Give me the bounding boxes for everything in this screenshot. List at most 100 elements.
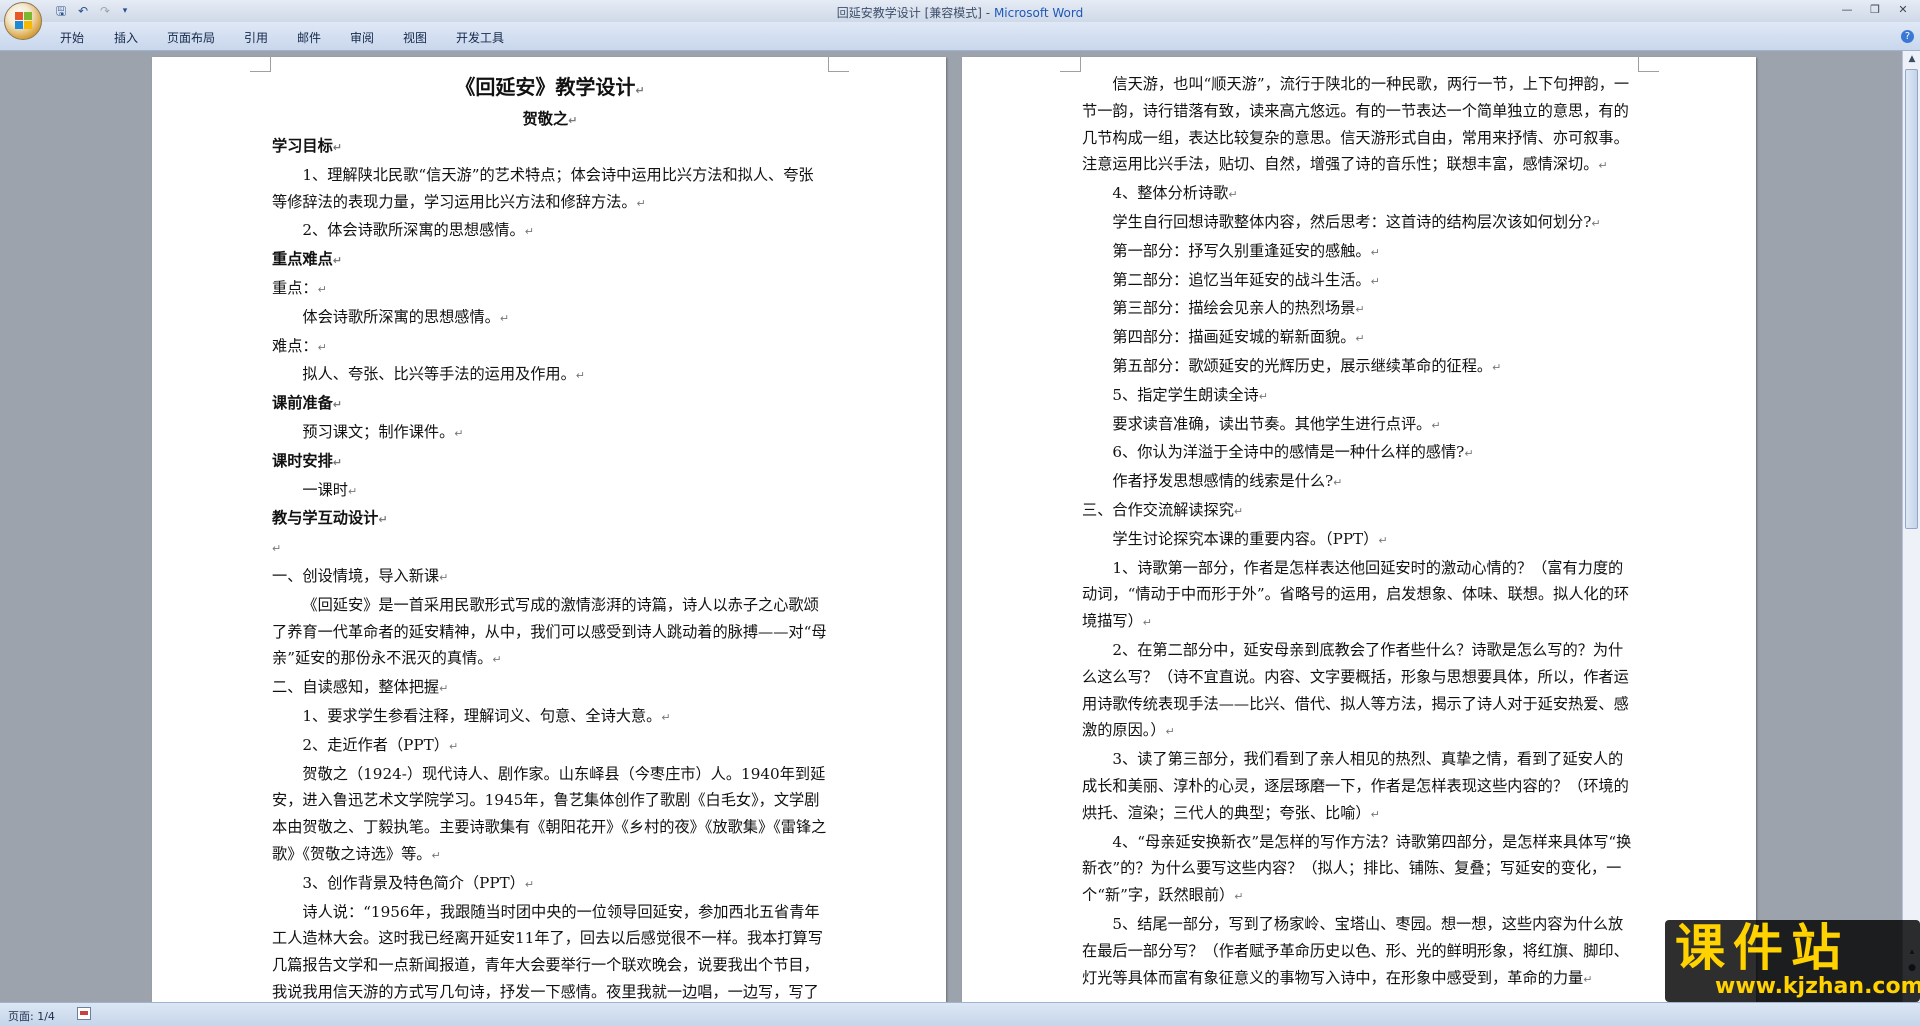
- watermark-url: www.kjzhan.com: [1715, 974, 1920, 999]
- paragraph-mark-icon: ↵: [317, 282, 327, 296]
- paragraph: 重点：↵: [272, 278, 327, 297]
- status-bar: 页面: 1/4: [0, 1002, 1920, 1026]
- window-title-app: Microsoft Word: [993, 6, 1084, 20]
- paragraph-mark-icon: ↵: [524, 877, 535, 891]
- paragraph: 6、你认为洋溢于全诗中的感情是一种什么样的感情?↵: [1112, 443, 1474, 462]
- proofing-status-icon[interactable]: [77, 1007, 91, 1020]
- paragraph-mark-icon: ↵: [332, 254, 342, 268]
- paragraph: 1、诗歌第一部分，作者是怎样表达他回延安时的激动心情的？（富有力度的动词，“情动…: [1082, 558, 1630, 631]
- crop-mark: [828, 51, 849, 72]
- paragraph-mark-icon: ↵: [1492, 360, 1502, 374]
- paragraph: 5、指定学生朗读全诗↵: [1112, 385, 1268, 404]
- tab-mailings[interactable]: 邮件: [297, 29, 321, 46]
- ribbon-tab-bar: 开始 插入 页面布局 引用 邮件 审阅 视图 开发工具 ?: [0, 22, 1920, 51]
- close-icon[interactable]: ✕: [1890, 2, 1916, 18]
- paragraph: 3、创作背景及特色简介（PPT）↵: [302, 873, 535, 892]
- document-page-2[interactable]: 信天游，也叫“顺天游”，流行于陕北的一种民歌，两行一节，上下句押韵，一节一韵，诗…: [962, 51, 1756, 1002]
- paragraph-mark-icon: ↵: [1333, 476, 1343, 490]
- tab-home[interactable]: 开始: [60, 29, 84, 46]
- paragraph-mark-icon: ↵: [1370, 274, 1380, 288]
- restore-icon[interactable]: ❐: [1862, 2, 1888, 18]
- page-1-text[interactable]: 《回延安》教学设计↵ 贺敬之↵ 学习目标↵ 1、理解陕北民歌“信天游”的艺术特点；体会…: [272, 71, 828, 1002]
- paragraph-mark-icon: ↵: [1591, 216, 1601, 230]
- paragraph-mark-icon: ↵: [1355, 332, 1365, 346]
- paragraph: 1、理解陕北民歌“信天游”的艺术特点；体会诗中运用比兴方法和拟人、夸张等修辞法的…: [272, 165, 814, 211]
- paragraph: 信天游，也叫“顺天游”，流行于陕北的一种民歌，两行一节，上下句押韵，一节一韵，诗…: [1082, 75, 1630, 174]
- paragraph-mark-icon: ↵: [317, 340, 327, 354]
- paragraph-mark-icon: ↵: [1583, 972, 1593, 986]
- paragraph-mark-icon: ↵: [1142, 616, 1152, 630]
- paragraph: 体会诗歌所深寓的思想感情。↵: [302, 307, 510, 326]
- paragraph-mark-icon: ↵: [635, 84, 645, 97]
- paragraph: 诗人说：“1956年，我跟随当时团中央的一位领导回延安，参加西北五省青年工人造林…: [272, 902, 823, 1001]
- paragraph: 学习目标↵: [272, 137, 342, 155]
- page-number-status[interactable]: 页面: 1/4: [8, 1008, 55, 1024]
- window-title-doc: 回延安教学设计 [兼容模式]: [836, 6, 982, 20]
- document-area: 《回延安》教学设计↵ 贺敬之↵ 学习目标↵ 1、理解陕北民歌“信天游”的艺术特点；体会…: [0, 51, 1902, 1002]
- paragraph-mark-icon: ↵: [347, 484, 358, 498]
- paragraph-mark-icon: ↵: [1598, 159, 1608, 173]
- paragraph: 学生自行回想诗歌整体内容，然后思考：这首诗的结构层次该如何划分?↵: [1112, 212, 1601, 231]
- paragraph: 5、结尾一部分，写到了杨家岭、宝塔山、枣园。想一想，这些内容为什么放在最后一部分…: [1082, 914, 1629, 987]
- paragraph-mark-icon: ↵: [332, 141, 342, 154]
- paragraph: 一、创设情境，导入新课↵: [272, 566, 449, 585]
- paragraph: 1、要求学生参看注释，理解词义、句意、全诗大意。↵: [302, 706, 671, 725]
- title-bar: 🖫 ↶ ↷ ▾ 回延安教学设计 [兼容模式] - Microsoft Word …: [0, 0, 1920, 40]
- office-button[interactable]: [4, 2, 42, 40]
- paragraph: 第一部分：抒写久别重逢延安的感触。↵: [1112, 241, 1380, 260]
- paragraph: 拟人、夸张、比兴等手法的运用及作用。↵: [302, 365, 585, 384]
- page-2-text[interactable]: 信天游，也叫“顺天游”，流行于陕北的一种民歌，两行一节，上下句押韵，一节一韵，诗…: [1082, 71, 1638, 993]
- paragraph-mark-icon: ↵: [378, 513, 388, 527]
- paragraph: 2、走近作者（PPT）↵: [302, 735, 459, 754]
- paragraph-mark-icon: ↵: [1165, 725, 1175, 739]
- paragraph-mark-icon: ↵: [1370, 807, 1380, 821]
- paragraph: 《回延安》是一首采用民歌形式写成的激情澎湃的诗篇，诗人以赤子之心歌颂了养育一代革…: [272, 595, 827, 668]
- paragraph: 贺敬之（1924-）现代诗人、剧作家。山东峄县（今枣庄市）人。1940年到延安，…: [272, 764, 827, 863]
- paragraph: 难点：↵: [272, 336, 327, 355]
- paragraph: 3、读了第三部分，我们看到了亲人相见的热烈、真挚之情，看到了延安人的成长和美丽、…: [1082, 750, 1629, 822]
- tab-page-layout[interactable]: 页面布局: [167, 29, 215, 46]
- paragraph-mark-icon: ↵: [1258, 389, 1268, 403]
- paragraph-mark-icon: ↵: [575, 369, 585, 383]
- paragraph: 二、自读感知，整体把握↵: [272, 678, 449, 697]
- paragraph: 一课时↵: [302, 480, 358, 499]
- paragraph-mark-icon: ↵: [332, 398, 342, 412]
- paragraph-mark-icon: ↵: [568, 114, 578, 127]
- paragraph: 第四部分：描画延安城的崭新面貌。↵: [1112, 328, 1365, 347]
- office-logo-icon: [15, 12, 33, 30]
- paragraph-mark-icon: ↵: [492, 653, 502, 667]
- paragraph-mark-icon: ↵: [439, 682, 449, 696]
- tab-review[interactable]: 审阅: [350, 29, 374, 46]
- paragraph: 教与学互动设计↵: [272, 509, 388, 528]
- tab-references[interactable]: 引用: [244, 29, 268, 46]
- tab-view[interactable]: 视图: [403, 29, 427, 46]
- tab-insert[interactable]: 插入: [114, 29, 138, 46]
- scroll-up-icon[interactable]: ▲: [1904, 51, 1920, 67]
- paragraph-mark-icon: ↵: [431, 848, 441, 862]
- paragraph: 三、合作交流解读探究↵: [1082, 500, 1244, 519]
- paragraph: 第三部分：描绘会见亲人的热烈场景↵: [1112, 299, 1365, 318]
- paragraph-mark-icon: ↵: [439, 570, 449, 584]
- scrollbar-thumb[interactable]: [1905, 69, 1918, 529]
- paragraph-mark-icon: ↵: [499, 311, 510, 325]
- paragraph: ↵: [272, 534, 828, 563]
- window-title: 回延安教学设计 [兼容模式] - Microsoft Word: [0, 4, 1920, 21]
- help-icon[interactable]: ?: [1901, 30, 1914, 43]
- vertical-scrollbar[interactable]: ▲ ▴ ● ▾: [1902, 51, 1920, 1002]
- watermark-logo: 课件站 www.kjzhan.com: [1665, 920, 1920, 1002]
- window-title-sep: -: [981, 6, 994, 20]
- paragraph-mark-icon: ↵: [448, 739, 459, 753]
- paragraph: 2、在第二部分中，延安母亲到底教会了作者些什么？诗歌是怎么写的？为什么这么写？（…: [1082, 640, 1629, 740]
- document-page-1[interactable]: 《回延安》教学设计↵ 贺敬之↵ 学习目标↵ 1、理解陕北民歌“信天游”的艺术特点；体会…: [152, 51, 946, 1002]
- paragraph-mark-icon: ↵: [1464, 447, 1474, 461]
- paragraph-mark-icon: ↵: [272, 542, 282, 556]
- paragraph: 课时安排↵: [272, 451, 342, 470]
- paragraph-mark-icon: ↵: [1233, 504, 1244, 518]
- paragraph: 4、“母亲延安换新衣”是怎样的写作方法？诗歌第四部分，是怎样来具体写“换新衣”的…: [1082, 832, 1632, 905]
- minimize-icon[interactable]: —: [1834, 2, 1860, 18]
- paragraph: 《回延安》教学设计↵: [455, 75, 645, 99]
- crop-mark: [250, 51, 271, 72]
- paragraph: 第五部分：歌颂延安的光辉历史，展示继续革命的征程。↵: [1112, 356, 1502, 375]
- tab-developer[interactable]: 开发工具: [456, 29, 504, 46]
- paragraph: 作者抒发思想感情的线索是什么?↵: [1112, 472, 1343, 491]
